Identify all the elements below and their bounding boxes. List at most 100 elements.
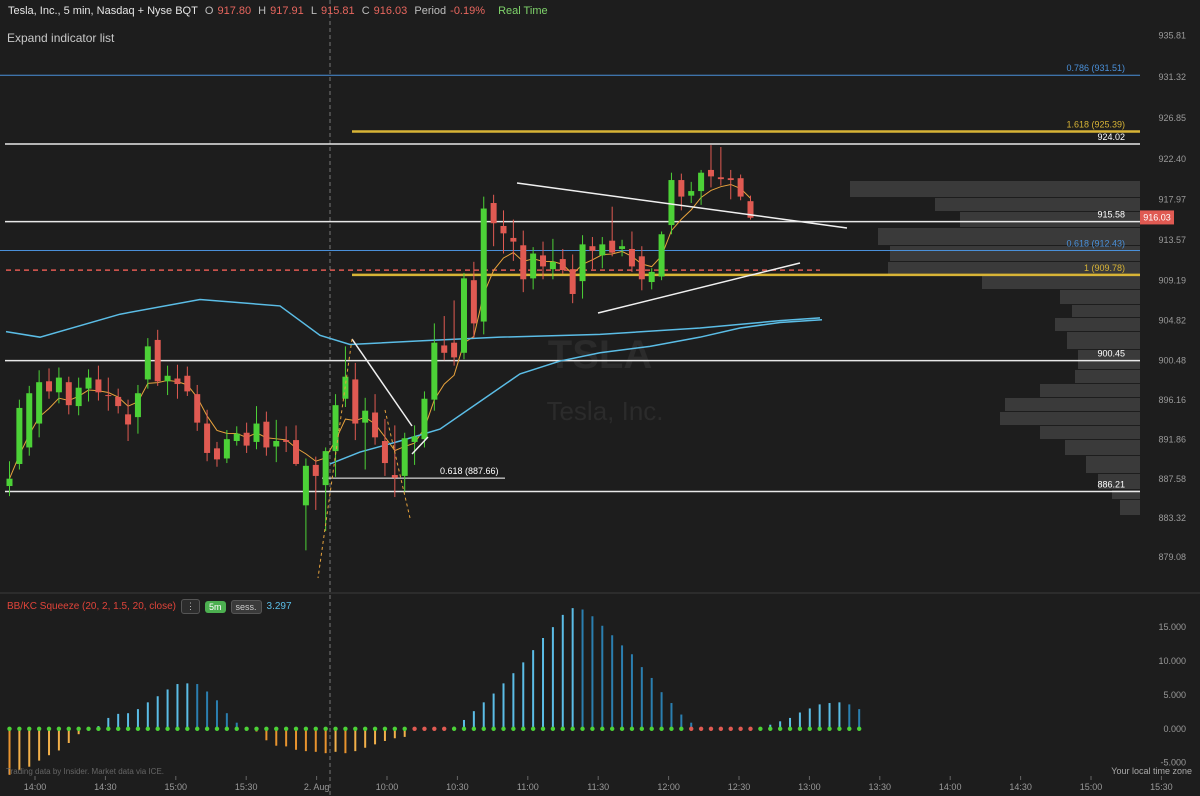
candle-body (520, 245, 527, 280)
squeeze-dot (708, 726, 714, 731)
candle-body (233, 433, 240, 442)
squeeze-tick-label: 0.000 (1163, 724, 1186, 734)
squeeze-dot (175, 726, 180, 731)
indicator-header: BB/KC Squeeze (20, 2, 1.5, 20, close) ⋮ … (7, 599, 292, 614)
squeeze-dot (254, 726, 259, 731)
squeeze-dot (46, 726, 52, 731)
squeeze-dot (17, 726, 22, 731)
candle-body (579, 244, 586, 282)
squeeze-dot (382, 726, 388, 731)
squeeze-dot (511, 726, 516, 731)
volume-profile-bar (1120, 500, 1140, 515)
candle-body (115, 396, 122, 407)
squeeze-dot (185, 726, 190, 731)
candle-body (65, 382, 72, 406)
candle-body (174, 378, 181, 385)
volume-profile-bar (1086, 456, 1140, 473)
volume-profile-bar (1000, 412, 1140, 425)
squeeze-dot (550, 726, 556, 731)
x-tick-label: 12:00 (657, 782, 680, 792)
candle-body (549, 261, 556, 270)
x-tick-label: 13:30 (869, 782, 892, 792)
candle-body (26, 393, 33, 448)
squeeze-dot (689, 726, 694, 731)
chart-canvas[interactable]: TSLA Tesla, Inc. 0.786 (931.51) 1.618 (925.… (0, 0, 1200, 796)
candle-body (302, 465, 309, 506)
volume-profile-bar (1005, 398, 1140, 411)
x-tick-label: 15:00 (1080, 782, 1103, 792)
candle-body (707, 169, 714, 177)
indicator-menu-button[interactable]: ⋮ (180, 599, 200, 614)
y-tick-label: 887.58 (1158, 474, 1186, 484)
candle-body (421, 398, 428, 440)
x-tick-label: 14:00 (24, 782, 47, 792)
candle-body (352, 379, 359, 424)
squeeze-dot (501, 726, 506, 731)
candle-body (540, 255, 547, 267)
squeeze-dot (521, 726, 526, 731)
candle-body (16, 407, 23, 464)
squeeze-dot (639, 726, 645, 731)
squeeze-dot (353, 726, 358, 731)
squeeze-dot (204, 726, 210, 731)
session-button[interactable]: sess. (230, 599, 262, 614)
squeeze-dot (481, 726, 486, 731)
candle-body (322, 451, 329, 486)
candle-body (411, 436, 418, 442)
candle-body (530, 253, 537, 279)
timeframe-button[interactable]: 5m (204, 600, 226, 613)
squeeze-dot (797, 726, 803, 731)
candle-body (213, 448, 220, 460)
candle-body (559, 259, 566, 271)
squeeze-dot (659, 726, 664, 731)
squeeze-dot (135, 726, 141, 731)
chart-header: Tesla, Inc., 5 min, Nasdaq + Nyse BQT O9… (8, 5, 552, 17)
candle-body (184, 375, 191, 392)
y-tick-label: 913.57 (1158, 235, 1186, 245)
squeeze-dot (244, 726, 249, 731)
squeeze-dot (758, 726, 763, 731)
squeeze-dot (491, 726, 496, 731)
candle-body (638, 256, 645, 280)
fib-label: 0.786 (931.51) (1066, 63, 1125, 73)
timezone-label: Your local time zone (1111, 766, 1192, 776)
squeeze-dot (679, 726, 684, 731)
squeeze-dot (224, 726, 230, 731)
squeeze-dot (165, 726, 170, 731)
expand-indicator-list-link[interactable]: Expand indicator list (7, 31, 114, 45)
squeeze-dot (96, 726, 101, 731)
candle-body (125, 414, 132, 425)
candle-body (510, 237, 517, 242)
squeeze-dot (264, 726, 269, 731)
level-label: 915.58 (1097, 210, 1125, 220)
squeeze-dot (372, 726, 378, 731)
level-label: 900.45 (1097, 349, 1125, 359)
squeeze-dot (76, 726, 81, 731)
candle-body (599, 244, 606, 256)
high-value: 917.91 (270, 5, 304, 17)
squeeze-dot (303, 726, 309, 731)
candle-body (134, 393, 141, 418)
squeeze-dot (432, 726, 437, 731)
squeeze-dot (560, 726, 565, 731)
x-tick-label: 11:30 (587, 782, 609, 792)
open-value: 917.80 (217, 5, 252, 17)
volume-profile-bar (1055, 318, 1140, 331)
candle-body (727, 178, 734, 181)
candle-body (480, 208, 487, 322)
squeeze-dot (293, 726, 299, 731)
x-tick-label: 14:00 (939, 782, 962, 792)
realtime-badge: Real Time (498, 5, 548, 17)
squeeze-dot (402, 726, 407, 731)
close-value: 916.03 (373, 5, 408, 17)
candle-body (243, 432, 250, 446)
squeeze-dot (7, 726, 12, 731)
squeeze-dot (600, 726, 605, 731)
squeeze-dot (738, 726, 743, 731)
indicator-value: 3.297 (266, 601, 292, 612)
open-label: O (204, 5, 214, 17)
watermark-name: Tesla, Inc. (546, 396, 663, 426)
squeeze-dot (461, 726, 467, 731)
squeeze-dot (817, 726, 822, 731)
candle-body (85, 377, 92, 389)
